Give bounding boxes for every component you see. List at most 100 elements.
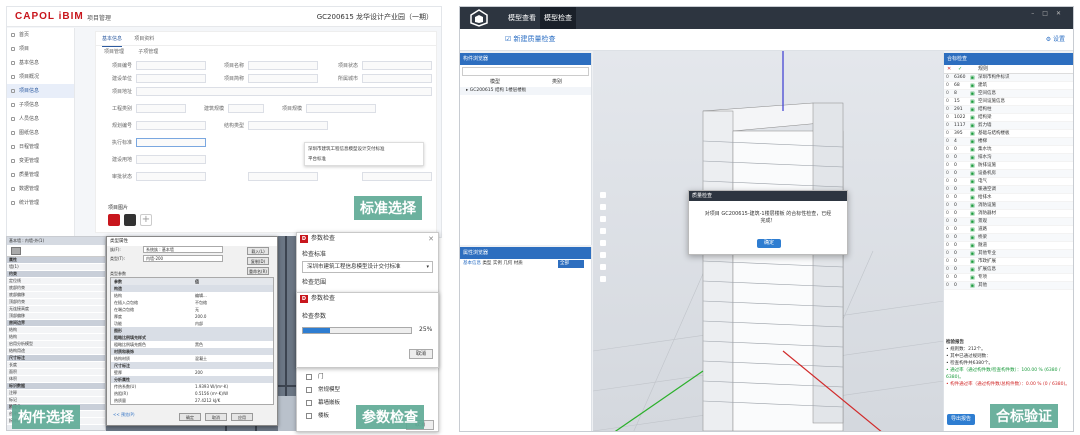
property-row[interactable]: 定位线 xyxy=(7,278,105,285)
rule-check-icon[interactable]: ▣ xyxy=(970,258,975,266)
standard-select[interactable]: 深圳市建筑工程信息模型设计交付标准 ▾ xyxy=(302,261,433,273)
rule-check-icon[interactable]: ▣ xyxy=(970,114,975,122)
param-row[interactable]: 厚度 200.0 xyxy=(111,313,273,320)
rule-check-icon[interactable]: ▣ xyxy=(970,130,975,138)
sidebar-item-project-info[interactable]: 项目信息 xyxy=(7,84,74,98)
param-row[interactable]: 粗略比例填充样式 xyxy=(111,334,273,341)
property-row[interactable]: 顶部偏移 xyxy=(7,313,105,320)
property-row[interactable]: 结构 xyxy=(7,334,105,341)
prop-tab[interactable]: 类型 xyxy=(482,261,491,266)
property-row[interactable]: 无连接高度 xyxy=(7,306,105,313)
property-row[interactable]: 标识数据 xyxy=(7,383,105,390)
rule-row[interactable]: 0 291 结构柱 ▣ xyxy=(944,106,1073,114)
rule-check-icon[interactable]: ▣ xyxy=(970,218,975,226)
param-row[interactable]: 在端点包络 无 xyxy=(111,306,273,313)
rule-check-icon[interactable]: ▣ xyxy=(970,210,975,218)
sidebar-item-drawings[interactable]: 图纸信息 xyxy=(7,126,74,140)
project-image-thumb[interactable] xyxy=(124,214,136,226)
dropdown-option[interactable]: 深圳市建筑工程信息模型设计交付标准 xyxy=(308,145,420,155)
property-row[interactable]: 注释 xyxy=(7,390,105,397)
home-view-icon[interactable] xyxy=(600,192,606,198)
export-report-button[interactable]: 导出报告 xyxy=(947,414,975,425)
rule-check-icon[interactable]: ▣ xyxy=(970,138,975,146)
property-row[interactable]: 属性 xyxy=(7,257,105,264)
cancel-button[interactable]: 取消 xyxy=(409,349,433,359)
sidebar-item-basic[interactable]: 基本信息 xyxy=(7,56,74,70)
standard-dropdown[interactable]: 深圳市建筑工程信息模型设计交付标准 平台标准 xyxy=(304,142,424,166)
property-row[interactable]: 尺寸标注 xyxy=(7,355,105,362)
ok-button[interactable]: 确定 xyxy=(757,239,781,248)
prop-select[interactable]: 全部 xyxy=(558,260,584,268)
property-row[interactable]: 启用分析模型 xyxy=(7,341,105,348)
param-row[interactable]: 尺寸标注 xyxy=(111,362,273,369)
rule-check-icon[interactable]: ▣ xyxy=(970,186,975,194)
sidebar-item-home[interactable]: 首页 xyxy=(7,28,74,42)
duplicate-button[interactable]: 复制(D) xyxy=(247,257,269,265)
rule-row[interactable]: 0 0 电气 ▣ xyxy=(944,178,1073,186)
fullscreen-icon[interactable] xyxy=(600,276,606,282)
subtab-sub[interactable]: 子项管理 xyxy=(138,49,158,55)
col-category[interactable]: 类别 xyxy=(552,78,562,87)
property-row[interactable]: 体积 xyxy=(7,376,105,383)
sidebar-item-stats[interactable]: 统计管理 xyxy=(7,196,74,210)
checkbox[interactable] xyxy=(306,399,312,406)
checkbox[interactable] xyxy=(306,373,312,380)
rule-row[interactable]: 0 0 其他专业 ▣ xyxy=(944,250,1073,258)
ok-button[interactable]: 确定 xyxy=(179,413,201,421)
rule-check-icon[interactable]: ▣ xyxy=(970,194,975,202)
measure-icon[interactable] xyxy=(600,240,606,246)
rule-row[interactable]: 0 15 空间设施信息 ▣ xyxy=(944,98,1073,106)
select-field[interactable] xyxy=(362,172,432,181)
select-field[interactable] xyxy=(136,172,206,181)
checkbox[interactable] xyxy=(306,412,312,419)
rotate-icon[interactable] xyxy=(600,204,606,210)
property-row[interactable]: 约束 xyxy=(7,271,105,278)
rule-row[interactable]: 0 0 暖通空调 ▣ xyxy=(944,186,1073,194)
project-image-thumb[interactable] xyxy=(108,214,120,226)
rule-check-icon[interactable]: ▣ xyxy=(970,170,975,178)
property-row[interactable]: 面积 xyxy=(7,369,105,376)
add-image-button[interactable]: + xyxy=(140,214,152,226)
preview-link[interactable]: << 预览(P) xyxy=(113,412,135,418)
cancel-button[interactable]: 取消 xyxy=(205,413,227,421)
settings-button[interactable]: ⚙ 设置 xyxy=(1046,34,1065,43)
rule-check-icon[interactable]: ▣ xyxy=(970,274,975,282)
param-row[interactable]: 分析属性 xyxy=(111,376,273,383)
text-field[interactable] xyxy=(136,74,206,83)
rule-row[interactable]: 0 0 其他 ▣ xyxy=(944,282,1073,290)
param-row[interactable]: 材质和装饰 xyxy=(111,348,273,355)
prop-tab[interactable]: 几何 xyxy=(503,261,512,266)
rule-row[interactable]: 0 0 隧道 ▣ xyxy=(944,242,1073,250)
rule-row[interactable]: 0 0 景观 ▣ xyxy=(944,218,1073,226)
rule-check-icon[interactable]: ▣ xyxy=(970,178,975,186)
rule-row[interactable]: 0 0 防排设施 ▣ xyxy=(944,162,1073,170)
checkbox[interactable] xyxy=(306,386,312,393)
search-input[interactable] xyxy=(462,67,589,76)
rule-row[interactable]: 0 0 给排水 ▣ xyxy=(944,194,1073,202)
property-row[interactable]: 结构用途 xyxy=(7,348,105,355)
param-row[interactable]: 结构材质 混凝土 xyxy=(111,355,273,362)
address-field[interactable] xyxy=(136,87,432,96)
dropdown-option[interactable]: 平台标准 xyxy=(308,155,420,165)
param-row[interactable]: 在插入点包络 不包络 xyxy=(111,299,273,306)
text-field[interactable] xyxy=(136,61,206,70)
select-field[interactable] xyxy=(362,61,432,70)
select-field[interactable] xyxy=(228,104,264,113)
sidebar-item-quality[interactable]: 质量管理 xyxy=(7,168,74,182)
rule-row[interactable]: 0 0 消防设施 ▣ xyxy=(944,202,1073,210)
property-row[interactable]: 墙(1) xyxy=(7,264,105,271)
param-row[interactable]: 构造 xyxy=(111,285,273,292)
rule-row[interactable]: 0 0 消防器材 ▣ xyxy=(944,210,1073,218)
select-field[interactable] xyxy=(136,155,206,164)
param-row[interactable]: 功能 内部 xyxy=(111,320,273,327)
col-model[interactable]: 模型 xyxy=(490,78,500,87)
explode-icon[interactable] xyxy=(600,252,606,258)
text-field[interactable] xyxy=(248,61,318,70)
param-row[interactable]: 结构 编辑... xyxy=(111,292,273,299)
sidebar-item-overview[interactable]: 项目概况 xyxy=(7,70,74,84)
rule-row[interactable]: 0 68 建筑 ▣ xyxy=(944,82,1073,90)
nav-title[interactable]: 项目管理 xyxy=(87,13,111,22)
rule-check-icon[interactable]: ▣ xyxy=(970,162,975,170)
rule-row[interactable]: 0 0 扩展信息 ▣ xyxy=(944,266,1073,274)
property-row[interactable]: 标记 xyxy=(7,397,105,404)
